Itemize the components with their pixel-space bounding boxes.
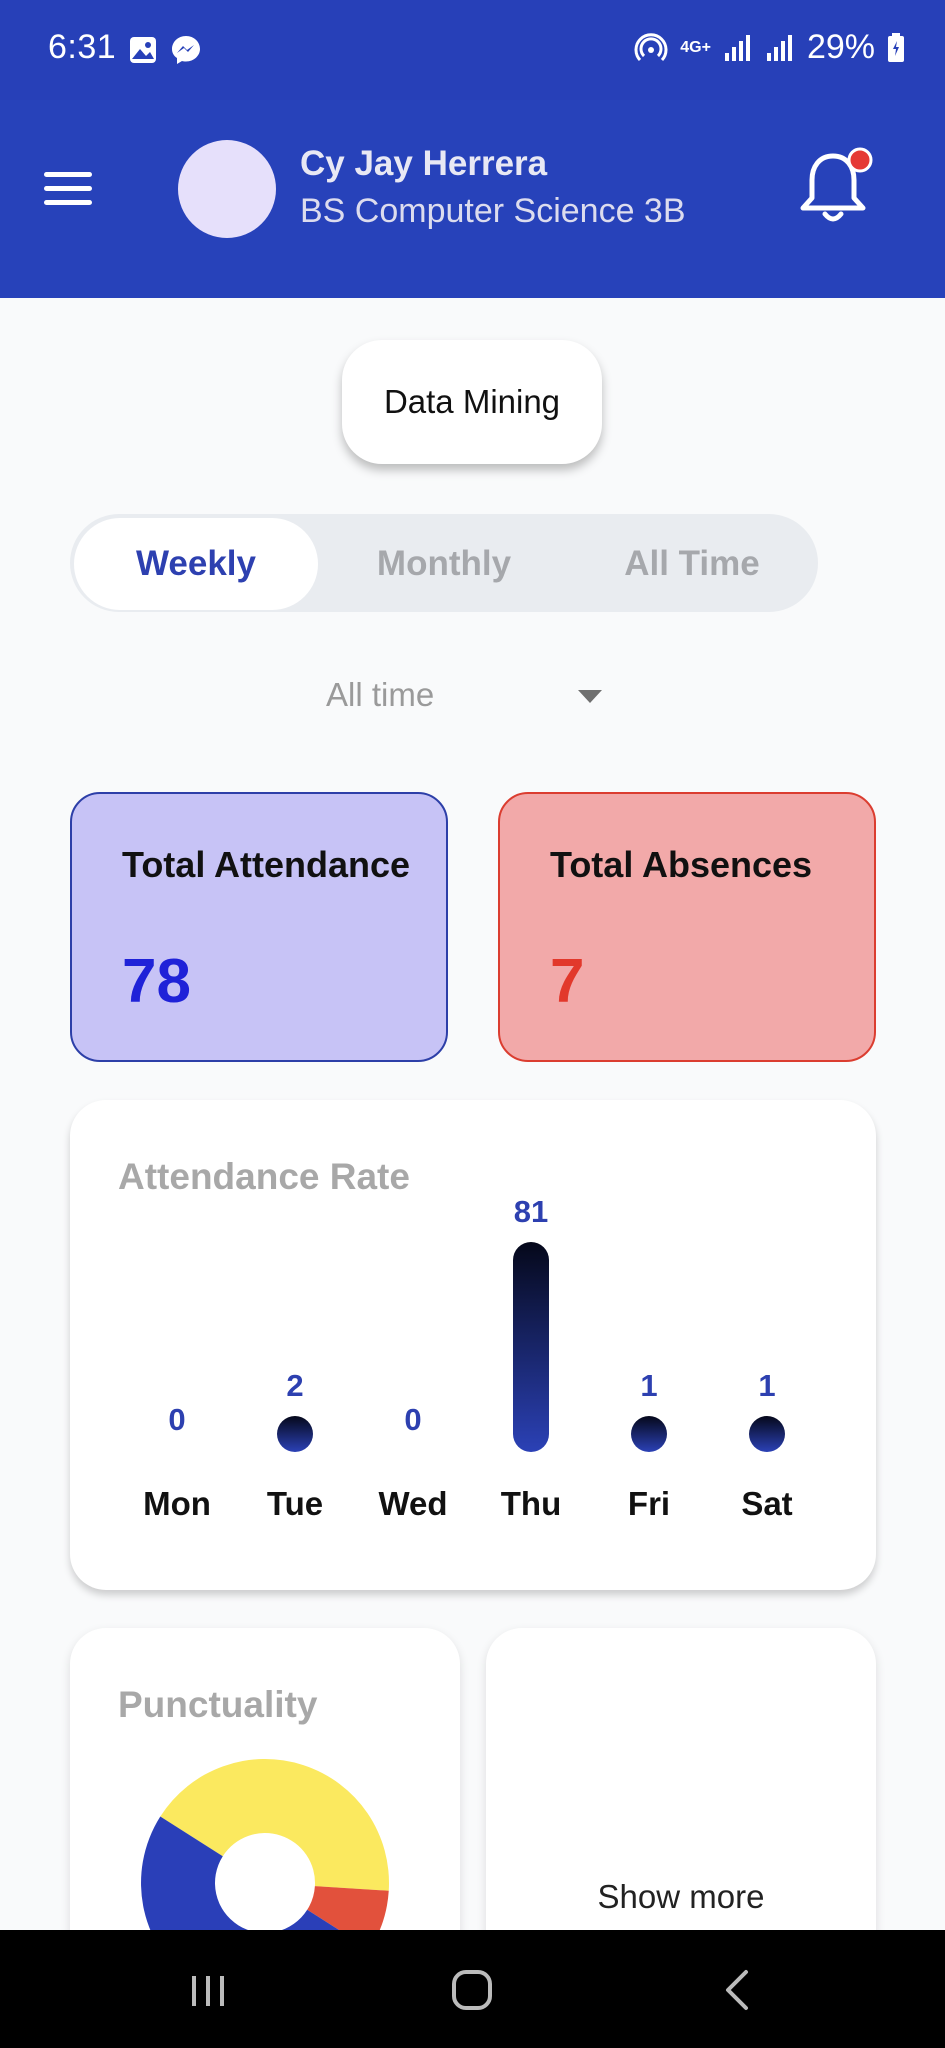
bar-sat [749,1416,785,1452]
messenger-icon [172,36,200,64]
total-attendance-value: 78 [122,947,191,1016]
x-tick-tue: Tue [267,1485,323,1522]
data-label-tue: 2 [286,1368,303,1403]
gallery-icon [130,37,156,63]
recent-apps-icon[interactable] [178,1960,238,2020]
battery-percent: 29% [806,28,875,66]
status-system-icons: 4G+ 29% [634,28,905,67]
x-tick-mon: Mon [143,1485,211,1522]
user-course: BS Computer Science 3B [300,192,686,230]
hotspot-icon [634,32,668,61]
avatar[interactable] [178,140,276,238]
data-label-wed: 0 [404,1402,421,1437]
status-notification-icons [128,34,202,66]
tab-weekly[interactable]: Weekly [74,518,318,610]
back-icon[interactable] [708,1960,768,2020]
user-name: Cy Jay Herrera [300,144,548,183]
time-filter-dropdown[interactable]: All time [320,668,620,724]
x-tick-sat: Sat [741,1485,792,1522]
total-attendance-label: Total Attendance [122,844,411,885]
tab-all-time[interactable]: All Time [570,518,814,610]
network-type: 4G+ [680,38,711,56]
status-bar: 6:31 4G+ 29% [0,0,945,100]
signal-icon-2 [766,34,792,61]
hamburger-icon-line [44,172,92,177]
home-icon[interactable] [442,1960,502,2020]
notification-bell-icon[interactable] [792,142,874,232]
notification-dot [847,147,873,173]
bar-fri [631,1416,667,1452]
total-absences-card[interactable]: Total Absences 7 [498,792,876,1062]
data-label-fri: 1 [640,1368,657,1403]
show-more-link[interactable]: Show more [486,1878,876,1916]
subject-chip[interactable]: Data Mining [342,340,602,464]
data-label-sat: 1 [758,1368,775,1403]
x-tick-fri: Fri [628,1485,670,1522]
bar-tue [277,1416,313,1452]
period-tabs: Weekly Monthly All Time [70,514,818,612]
system-nav-bar [0,1930,945,2048]
punctuality-title: Punctuality [118,1684,318,1725]
signal-icon [724,34,750,61]
attendance-rate-card: Attendance Rate 0 Mon 2 Tue 0 Wed 81 Thu 1 Fri 1 Sa… [70,1100,876,1590]
data-label-mon: 0 [168,1402,185,1437]
menu-button[interactable] [44,172,92,208]
x-tick-thu: Thu [501,1485,561,1522]
dropdown-value: All time [326,676,435,713]
tab-monthly[interactable]: Monthly [322,518,566,610]
total-absences-label: Total Absences [550,844,813,885]
hamburger-icon-line [44,186,92,191]
hamburger-icon-line [44,200,92,205]
attendance-rate-chart: 0 Mon 2 Tue 0 Wed 81 Thu 1 Fri 1 Sat [143,1194,793,1522]
x-tick-wed: Wed [378,1485,447,1522]
app-header: Cy Jay Herrera BS Computer Science 3B [0,100,945,298]
data-label-thu: 81 [514,1194,548,1229]
status-time: 6:31 [48,28,117,66]
total-absences-value: 7 [550,947,585,1016]
battery-icon [888,32,904,62]
total-attendance-card[interactable]: Total Attendance 78 [70,792,448,1062]
bar-thu [513,1242,549,1452]
chevron-down-icon [578,690,602,703]
